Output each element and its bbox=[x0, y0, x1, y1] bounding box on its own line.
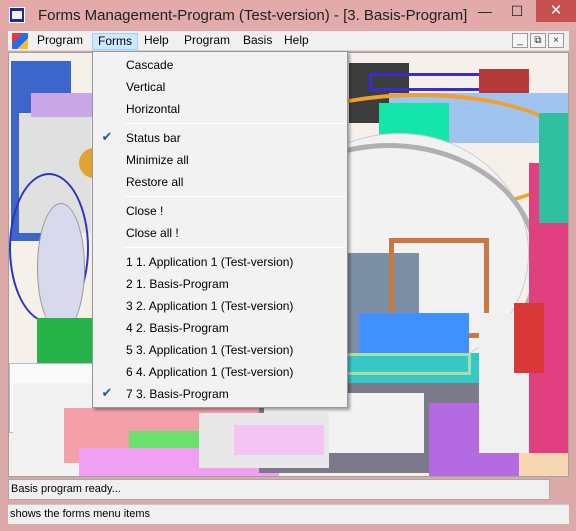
menu-item-restore-all[interactable]: Restore all bbox=[93, 172, 347, 192]
drawing-shape bbox=[539, 113, 568, 223]
menu-item-window-2[interactable]: 2 1. Basis-Program bbox=[93, 274, 347, 294]
window-title: Forms Management-Program (Test-version) … bbox=[38, 7, 468, 24]
check-icon: ✔ bbox=[101, 385, 113, 400]
minimize-button[interactable]: — bbox=[470, 0, 500, 22]
menu-item-label: 4 2. Basis-Program bbox=[126, 321, 229, 335]
drawing-shape bbox=[37, 203, 85, 333]
menu-item-window-5[interactable]: 5 3. Application 1 (Test-version) bbox=[93, 340, 347, 360]
menu-item-horizontal[interactable]: Horizontal bbox=[93, 99, 347, 119]
maximize-button[interactable]: ☐ bbox=[502, 0, 532, 22]
mdi-restore-button[interactable]: ⧉ bbox=[530, 33, 546, 48]
check-icon: ✔ bbox=[101, 129, 113, 144]
mdi-minimize-button[interactable]: _ bbox=[512, 33, 528, 48]
menu-item-close[interactable]: Close ! bbox=[93, 201, 347, 221]
mdi-close-button[interactable]: × bbox=[548, 33, 564, 48]
app-icon[interactable] bbox=[9, 7, 25, 23]
menu-item-label: Close ! bbox=[126, 204, 164, 218]
menu-item-close-all[interactable]: Close all ! bbox=[93, 223, 347, 243]
title-bar[interactable]: Forms Management-Program (Test-version) … bbox=[0, 0, 576, 31]
menu-bar: Program Forms Help Program Basis Help _ … bbox=[8, 31, 569, 51]
close-button[interactable]: ✕ bbox=[536, 0, 576, 22]
menu-item-label: 3 2. Application 1 (Test-version) bbox=[126, 299, 294, 313]
hint-message: shows the forms menu items bbox=[10, 508, 150, 520]
menu-item-window-6[interactable]: 6 4. Application 1 (Test-version) bbox=[93, 362, 347, 382]
menu-item-label: Status bar bbox=[126, 131, 181, 145]
menu-item-minimize-all[interactable]: Minimize all bbox=[93, 150, 347, 170]
menu-help[interactable]: Help bbox=[139, 33, 174, 50]
drawing-shape bbox=[31, 93, 99, 117]
status-message: Basis program ready... bbox=[11, 483, 121, 495]
menu-item-label: 5 3. Application 1 (Test-version) bbox=[126, 343, 294, 357]
menu-basis[interactable]: Basis bbox=[238, 33, 277, 50]
menu-item-status-bar[interactable]: ✔ Status bar bbox=[93, 128, 347, 148]
menu-program-child[interactable]: Program bbox=[179, 33, 235, 50]
menu-item-label: 7 3. Basis-Program bbox=[126, 387, 229, 401]
hint-bar: shows the forms menu items bbox=[8, 504, 569, 524]
menu-item-label: Cascade bbox=[126, 58, 174, 72]
drawing-shape bbox=[519, 453, 568, 476]
menu-item-label: Minimize all bbox=[126, 153, 189, 167]
menu-forms[interactable]: Forms bbox=[92, 33, 138, 50]
menu-item-window-4[interactable]: 4 2. Basis-Program bbox=[93, 318, 347, 338]
main-window: Forms Management-Program (Test-version) … bbox=[0, 0, 576, 531]
status-bar: Basis program ready... bbox=[8, 479, 550, 500]
menu-item-label: Close all ! bbox=[126, 226, 179, 240]
drawing-shape bbox=[514, 303, 544, 373]
menu-item-label: Vertical bbox=[126, 80, 166, 94]
menu-item-label: Horizontal bbox=[126, 102, 181, 116]
menu-item-label: 6 4. Application 1 (Test-version) bbox=[126, 365, 294, 379]
drawing-shape bbox=[234, 425, 324, 455]
menu-separator bbox=[123, 196, 345, 197]
forms-menu-dropdown: Cascade Vertical Horizontal ✔ Status bar… bbox=[92, 51, 348, 408]
menu-item-cascade[interactable]: Cascade bbox=[93, 55, 347, 75]
menu-item-window-3[interactable]: 3 2. Application 1 (Test-version) bbox=[93, 296, 347, 316]
menu-item-vertical[interactable]: Vertical bbox=[93, 77, 347, 97]
menu-item-label: 1 1. Application 1 (Test-version) bbox=[126, 255, 294, 269]
menu-item-window-7[interactable]: ✔ 7 3. Basis-Program bbox=[93, 384, 347, 404]
menu-item-window-1[interactable]: 1 1. Application 1 (Test-version) bbox=[93, 252, 347, 272]
menu-item-label: Restore all bbox=[126, 175, 184, 189]
mdi-child-icon[interactable] bbox=[12, 33, 28, 49]
menu-item-label: 2 1. Basis-Program bbox=[126, 277, 229, 291]
menu-separator bbox=[123, 247, 345, 248]
menu-program[interactable]: Program bbox=[32, 33, 88, 50]
menu-separator bbox=[123, 123, 345, 124]
menu-help-child[interactable]: Help bbox=[279, 33, 314, 50]
